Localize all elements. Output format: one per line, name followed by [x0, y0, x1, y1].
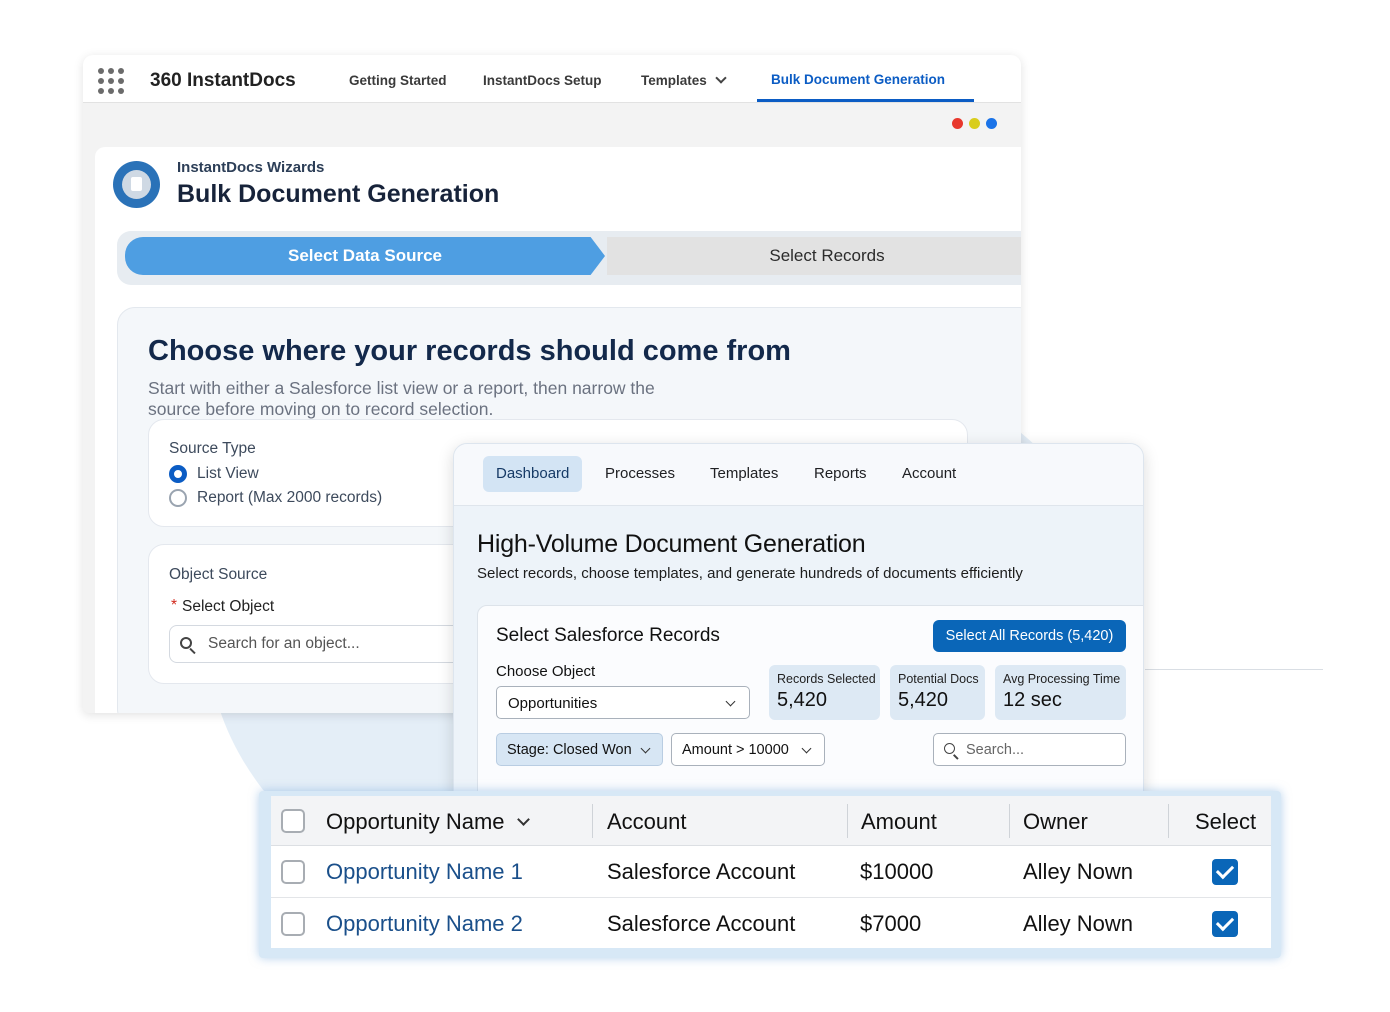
nav-templates[interactable]: Templates: [641, 72, 727, 88]
object-search-input[interactable]: Search for an object...: [169, 625, 489, 663]
filter-stage-label: Stage: Closed Won: [507, 742, 632, 758]
radio-list-view[interactable]: [169, 465, 187, 483]
dashboard-subtitle: Select records, choose templates, and ge…: [477, 565, 1023, 582]
column-divider: [847, 804, 848, 838]
chevron-down-icon: [640, 743, 651, 754]
select-object-label: Select Object: [182, 598, 275, 615]
nav-getting-started[interactable]: Getting Started: [349, 73, 447, 88]
select-all-checkbox[interactable]: [281, 809, 305, 833]
records-table-frame: Opportunity Name Account Amount Owner Se…: [259, 791, 1281, 958]
card-title: Select Salesforce Records: [496, 625, 720, 646]
table-row: Opportunity Name 2 Salesforce Account $7…: [271, 898, 1271, 950]
records-search-input[interactable]: Search...: [933, 733, 1126, 766]
column-select: Select: [1195, 809, 1257, 834]
stat-records-selected: Records Selected 5,420: [769, 665, 880, 720]
tab-reports[interactable]: Reports: [814, 456, 867, 492]
background-line: [1145, 669, 1323, 670]
table-row: Opportunity Name 1 Salesforce Account $1…: [271, 846, 1271, 898]
step-select-records[interactable]: Select Records: [607, 237, 1021, 275]
search-icon: [944, 743, 955, 754]
nav-instantdocs-setup[interactable]: InstantDocs Setup: [483, 73, 602, 88]
required-marker: *: [171, 597, 178, 614]
source-type-label: Source Type: [169, 440, 256, 457]
amount-cell: $7000: [860, 911, 922, 936]
stat-potential-docs: Potential Docs 5,420: [890, 665, 985, 720]
blue-dot-icon: [986, 118, 997, 129]
tab-account[interactable]: Account: [902, 456, 956, 492]
wizard-icon: [113, 161, 160, 208]
choose-object-value: Opportunities: [508, 695, 598, 712]
records-search-placeholder: Search...: [966, 742, 1025, 758]
step-select-data-source[interactable]: Select Data Source: [125, 237, 605, 275]
object-search-placeholder: Search for an object...: [208, 635, 360, 652]
column-opportunity-name[interactable]: Opportunity Name: [326, 809, 530, 835]
wizard-subtitle: InstantDocs Wizards: [177, 159, 325, 176]
amount-cell: $10000: [860, 859, 934, 884]
panel-heading: Choose where your records should come fr…: [148, 335, 791, 367]
chevron-down-icon: [715, 72, 727, 84]
wizard-title: Bulk Document Generation: [177, 180, 500, 208]
account-cell: Salesforce Account: [607, 911, 796, 936]
column-opportunity-name-label: Opportunity Name: [326, 809, 505, 834]
opportunity-name-link[interactable]: Opportunity Name 2: [326, 911, 523, 937]
yellow-dot-icon: [969, 118, 980, 129]
filter-amount-dropdown[interactable]: Amount > 10000: [671, 733, 825, 766]
stat-value: 12 sec: [1003, 689, 1062, 711]
row-checkbox[interactable]: [281, 912, 305, 936]
panel-description: Start with either a Salesforce list view…: [148, 378, 655, 419]
red-dot-icon: [952, 118, 963, 129]
document-icon: [131, 177, 142, 191]
filter-stage-dropdown[interactable]: Stage: Closed Won: [496, 733, 663, 766]
stat-label: Potential Docs: [898, 672, 979, 686]
search-icon: [180, 637, 192, 649]
active-nav-indicator: [757, 99, 974, 102]
select-checkbox-checked[interactable]: [1212, 859, 1238, 885]
column-amount[interactable]: Amount: [861, 809, 937, 835]
wizard-progress: Select Data Source Select Records: [117, 231, 1021, 285]
radio-list-view-label[interactable]: List View: [197, 465, 259, 483]
radio-report-label[interactable]: Report (Max 2000 records): [197, 489, 382, 507]
column-divider: [1168, 804, 1169, 838]
table-header: Opportunity Name Account Amount Owner Se…: [271, 796, 1271, 846]
stat-label: Avg Processing Time: [1003, 672, 1121, 686]
column-account[interactable]: Account: [607, 809, 687, 835]
app-launcher-icon[interactable]: [98, 68, 124, 94]
opportunity-name-link[interactable]: Opportunity Name 1: [326, 859, 523, 885]
column-divider: [1009, 804, 1010, 838]
top-navigation: 360 InstantDocs Getting Started InstantD…: [83, 55, 1021, 103]
chevron-down-icon: [725, 696, 736, 707]
nav-templates-label: Templates: [641, 73, 707, 88]
tab-processes[interactable]: Processes: [605, 456, 675, 492]
column-owner[interactable]: Owner: [1023, 809, 1088, 835]
window-dots: [952, 116, 1003, 134]
chevron-down-icon: [516, 813, 530, 826]
choose-object-label: Choose Object: [496, 663, 596, 680]
chevron-down-icon: [801, 743, 812, 754]
column-divider: [592, 804, 593, 838]
dashboard-tabs: Dashboard Processes Templates Reports Ac…: [454, 444, 1143, 506]
select-checkbox-checked[interactable]: [1212, 911, 1238, 937]
stat-label: Records Selected: [777, 672, 876, 686]
dashboard-title: High-Volume Document Generation: [477, 530, 866, 558]
dashboard-window: Dashboard Processes Templates Reports Ac…: [453, 443, 1144, 823]
filter-amount-label: Amount > 10000: [682, 742, 789, 758]
app-name: 360 InstantDocs: [150, 70, 296, 91]
choose-object-select[interactable]: Opportunities: [496, 686, 750, 719]
row-checkbox[interactable]: [281, 860, 305, 884]
stat-value: 5,420: [898, 689, 949, 711]
tab-templates[interactable]: Templates: [710, 456, 778, 492]
records-table: Opportunity Name Account Amount Owner Se…: [271, 796, 1271, 948]
account-cell: Salesforce Account: [607, 859, 796, 884]
owner-cell: Alley Nown: [1023, 859, 1134, 884]
stat-avg-processing-time: Avg Processing Time 12 sec: [995, 665, 1126, 720]
object-source-label: Object Source: [169, 566, 268, 583]
nav-bulk-document-generation[interactable]: Bulk Document Generation: [771, 72, 945, 87]
select-all-records-button[interactable]: Select All Records (5,420): [933, 620, 1126, 652]
radio-report[interactable]: [169, 489, 187, 507]
owner-cell: Alley Nown: [1023, 911, 1134, 936]
composite-screenshot: 360 InstantDocs Getting Started InstantD…: [0, 0, 1390, 1012]
tab-dashboard[interactable]: Dashboard: [483, 456, 583, 492]
stat-value: 5,420: [777, 689, 828, 711]
